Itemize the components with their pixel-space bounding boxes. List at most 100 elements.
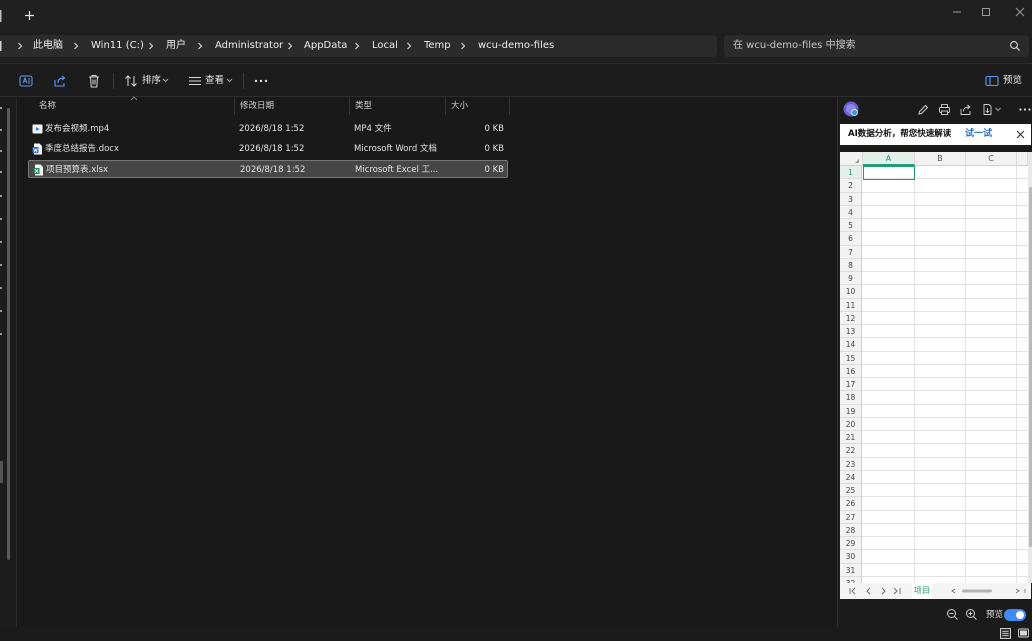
sheet-tab[interactable]: 项目 [912, 583, 932, 599]
breadcrumb-item-administrator[interactable]: Administrator [215, 35, 283, 57]
column-header-type[interactable]: 类型 [350, 97, 446, 115]
chevron-right-icon[interactable] [351, 40, 363, 52]
sheet-column-header[interactable]: B [915, 152, 966, 166]
sheet-row-header[interactable]: 11 [840, 298, 862, 312]
edit-icon[interactable] [917, 103, 930, 116]
breadcrumb-item-drive[interactable]: Win11 (C:) [91, 35, 144, 57]
sheet-column-header[interactable]: A [863, 152, 915, 166]
chevron-right-icon[interactable] [14, 40, 26, 52]
view-button[interactable]: 查看 [205, 74, 224, 88]
sheet-row-header[interactable]: 4 [840, 205, 862, 219]
sheet-row-header[interactable]: 27 [840, 510, 862, 524]
sheet-row-header[interactable]: 23 [840, 457, 862, 471]
sheet-row-header[interactable]: 17 [840, 378, 862, 392]
sheet-row-header[interactable]: 1 [840, 166, 862, 180]
sheet-row-header[interactable]: 2 [840, 179, 862, 193]
nav-scrollbar[interactable] [7, 108, 10, 560]
breadcrumb-item-current[interactable]: wcu-demo-files [478, 35, 554, 57]
close-button[interactable] [1013, 5, 1027, 19]
ai-try-link[interactable]: 试一试 [965, 124, 992, 145]
sheet-row-header[interactable]: 9 [840, 272, 862, 286]
breadcrumb-item-temp[interactable]: Temp [424, 35, 451, 57]
sheet-row-header[interactable]: 25 [840, 484, 862, 498]
sheet-row-header[interactable]: 31 [840, 563, 862, 577]
sheet-row-header[interactable]: 16 [840, 364, 862, 378]
chevron-right-icon[interactable] [194, 40, 206, 52]
chevron-right-icon[interactable] [284, 40, 296, 52]
sheet-row-header[interactable]: 18 [840, 391, 862, 405]
breadcrumb-item-this-pc[interactable]: 此电脑 [33, 35, 63, 57]
sheet-row-header[interactable]: 20 [840, 417, 862, 431]
maximize-button[interactable] [979, 5, 993, 19]
sheet-grid[interactable]: 1 2 3 4 5 6 7 8 9 10 11 12 13 14 15 16 17 18 19 20 21 22 23 24 2… [840, 166, 1028, 583]
chevron-down-icon[interactable] [995, 107, 1001, 112]
share-button[interactable] [52, 73, 68, 89]
sheet-row-header[interactable]: 26 [840, 497, 862, 511]
sheet-row-header[interactable]: 13 [840, 325, 862, 339]
search-icon[interactable] [1009, 40, 1021, 52]
file-row[interactable]: 发布会视频.mp4 2026/8/18 1:52 MP4 文件 0 KB [28, 120, 508, 138]
sheet-row-header[interactable]: 5 [840, 219, 862, 233]
column-header-size[interactable]: 大小 [446, 97, 510, 115]
file-row[interactable]: 季度总结报告.docx 2026/8/18 1:52 Microsoft Wor… [28, 140, 508, 158]
breadcrumb-item-local[interactable]: Local [372, 35, 398, 57]
sheet-column-header[interactable]: C [966, 152, 1017, 166]
sheet-row-header[interactable]: 28 [840, 523, 862, 537]
file-row-selected[interactable]: 项目预算表.xlsx 2026/8/18 1:52 Microsoft Exce… [28, 160, 508, 178]
select-all-corner[interactable] [840, 152, 863, 166]
minimize-button[interactable] [950, 5, 964, 19]
sort-button[interactable]: 排序 [142, 74, 161, 88]
chevron-down-icon[interactable] [162, 77, 169, 84]
sheet-row-header[interactable]: 24 [840, 470, 862, 484]
sheet-row-header[interactable]: 6 [840, 232, 862, 246]
chevron-right-icon[interactable] [457, 40, 469, 52]
sheet-row-header[interactable]: 30 [840, 550, 862, 564]
view-icon[interactable] [187, 73, 203, 89]
delete-button[interactable] [86, 73, 102, 89]
sheet-row-header[interactable]: 21 [840, 431, 862, 445]
sheet-row-header[interactable]: 7 [840, 245, 862, 259]
search-input[interactable]: 在 wcu-demo-files 中搜索 [724, 35, 1029, 57]
horizontal-scrollbar[interactable] [944, 588, 1028, 594]
spreadsheet-preview[interactable]: A B C 1 2 3 4 5 6 7 8 9 10 11 12 13 14 15 16 17 18 19 20 21 2… [840, 152, 1028, 583]
zoom-in-icon[interactable] [965, 608, 978, 621]
export-icon[interactable] [981, 103, 994, 116]
chevron-down-icon[interactable] [226, 77, 233, 84]
sort-icon[interactable] [123, 73, 139, 89]
breadcrumb[interactable]: 此电脑 Win11 (C:) 用户 Administrator AppData … [0, 35, 717, 57]
sheet-row-header[interactable]: 15 [840, 351, 862, 365]
sheet-column-header-partial[interactable] [1017, 152, 1028, 166]
sheet-row-header[interactable]: 10 [840, 285, 862, 299]
breadcrumb-item-appdata[interactable]: AppData [304, 35, 347, 57]
sheet-row-header[interactable]: 12 [840, 311, 862, 325]
column-header-modified[interactable]: 修改日期 [235, 97, 350, 115]
preview-pane-icon[interactable] [984, 73, 1000, 89]
chevron-right-icon[interactable] [145, 40, 157, 52]
sheet-row-header[interactable]: 14 [840, 338, 862, 352]
sheet-row-header[interactable]: 19 [840, 404, 862, 418]
chevron-right-icon[interactable] [403, 40, 415, 52]
preview-toggle[interactable] [1004, 609, 1026, 621]
rename-button[interactable] [18, 73, 34, 89]
sheet-row-header[interactable]: 3 [840, 192, 862, 206]
share-icon[interactable] [959, 103, 972, 116]
tab-edge[interactable] [0, 10, 3, 22]
more-icon[interactable] [1018, 103, 1032, 116]
new-tab-button[interactable] [23, 9, 36, 22]
sheet-row-header[interactable]: 29 [840, 537, 862, 551]
details-view-icon[interactable] [999, 627, 1012, 640]
zoom-out-icon[interactable] [946, 608, 959, 621]
column-header-name[interactable]: 名称 [34, 97, 235, 115]
more-button[interactable] [253, 73, 269, 89]
sheet-vertical-scrollbar[interactable] [1028, 152, 1032, 583]
close-icon[interactable] [1015, 129, 1026, 140]
sheet-nav-buttons[interactable] [848, 586, 912, 596]
tiles-view-icon[interactable] [1017, 627, 1030, 640]
preview-pane-button[interactable]: 预览 [1003, 74, 1022, 88]
print-icon[interactable] [938, 103, 951, 116]
active-cell[interactable] [863, 166, 915, 180]
app-logo-icon[interactable] [843, 101, 859, 117]
sheet-row-header[interactable]: 22 [840, 444, 862, 458]
breadcrumb-item-users[interactable]: 用户 [166, 35, 186, 57]
sheet-row-header[interactable]: 8 [840, 258, 862, 272]
